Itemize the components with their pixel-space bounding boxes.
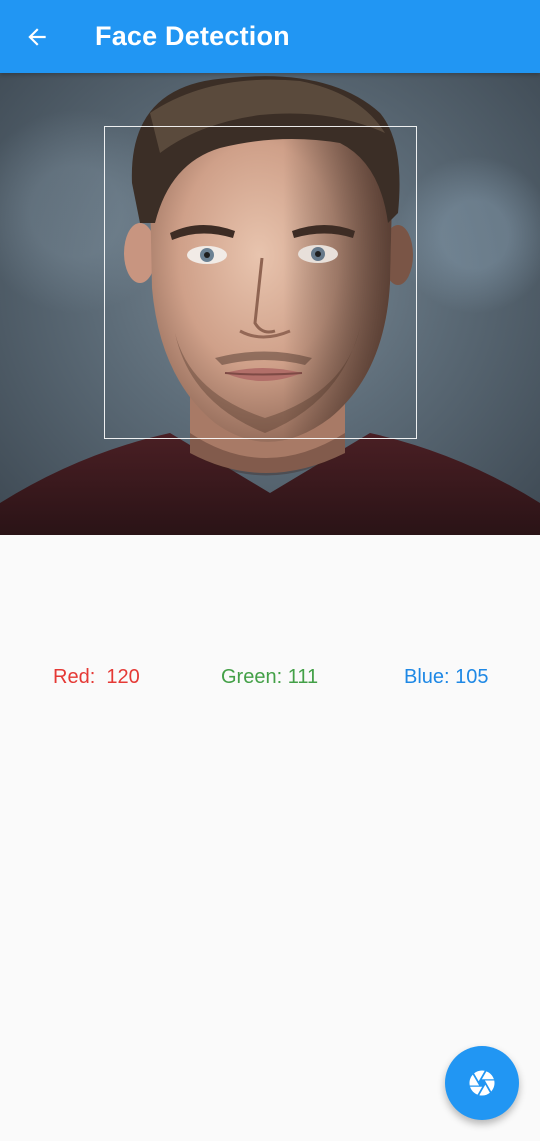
- face-detection-box: [104, 126, 417, 439]
- blue-value: Blue: 105: [404, 666, 489, 688]
- back-button[interactable]: [17, 17, 57, 57]
- camera-shutter-icon: [469, 1070, 495, 1096]
- green-value: Green: 111: [221, 666, 319, 688]
- red-value: Red: 120: [53, 666, 140, 688]
- face-photo: [0, 73, 540, 535]
- page-title: Face Detection: [95, 21, 290, 51]
- arrow-back-icon: [28, 27, 46, 46]
- app-bar: Face Detection: [0, 0, 540, 73]
- capture-button[interactable]: [445, 1046, 519, 1120]
